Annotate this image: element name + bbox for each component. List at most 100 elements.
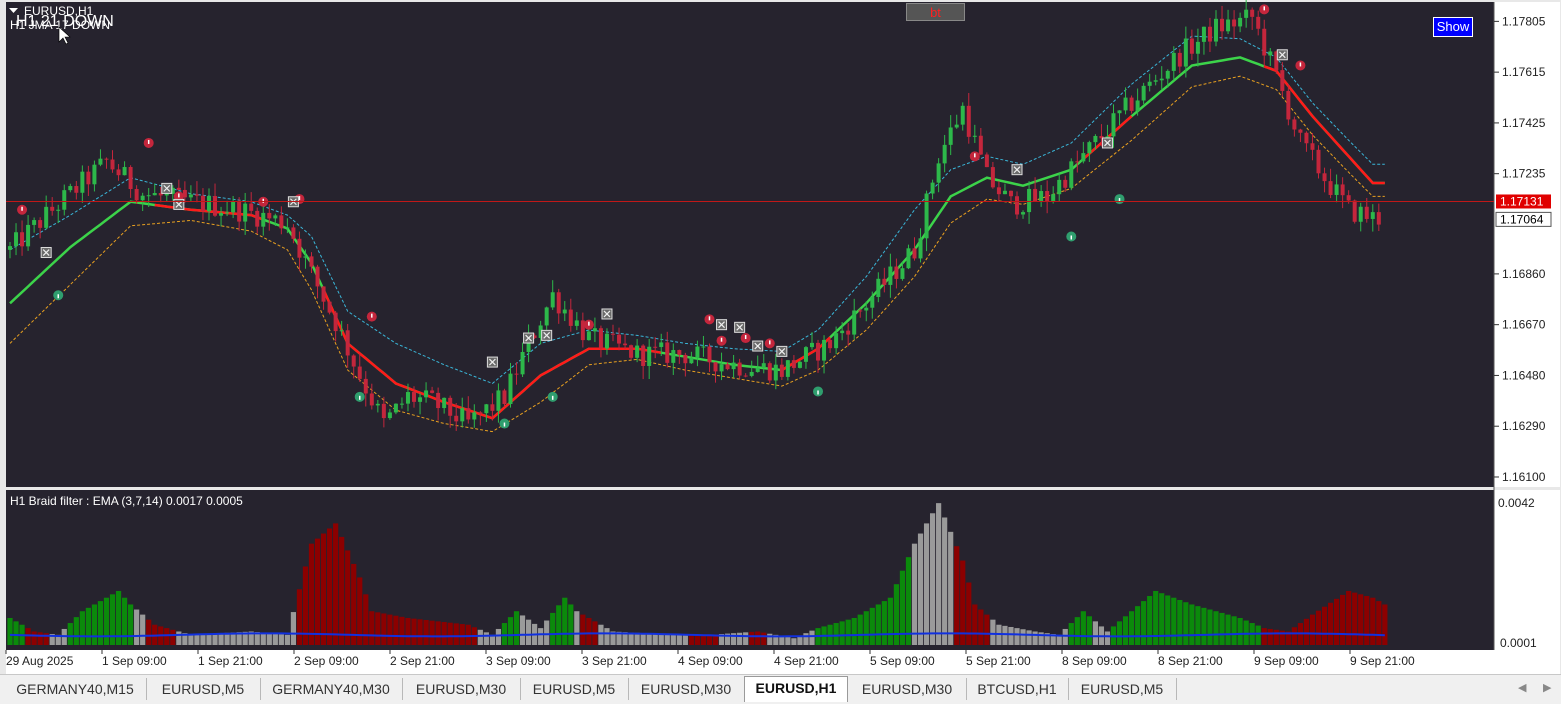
candle-body bbox=[1201, 26, 1206, 42]
candle-body bbox=[1081, 153, 1086, 162]
candle-body bbox=[194, 194, 199, 196]
candle-body bbox=[219, 212, 224, 216]
histogram-bar bbox=[851, 617, 857, 645]
price-tick-label: 1.16100 bbox=[1502, 470, 1546, 484]
candle-body bbox=[134, 189, 139, 201]
histogram-bar bbox=[1370, 597, 1376, 645]
candle-body bbox=[514, 373, 519, 375]
histogram-bar bbox=[640, 633, 646, 645]
candle-body bbox=[665, 342, 670, 363]
tab-germany40-m30[interactable]: GERMANY40,M30 bbox=[260, 678, 403, 700]
candle-body bbox=[598, 328, 603, 349]
tab-eurusd-m5[interactable]: EURUSD,M5 bbox=[146, 678, 261, 700]
histogram-bar bbox=[652, 633, 658, 645]
candle-body bbox=[1051, 194, 1056, 202]
histogram-bar bbox=[97, 601, 104, 645]
candle-body bbox=[653, 346, 658, 348]
candle-body bbox=[249, 203, 254, 211]
tab-eurusd-m30-3[interactable]: EURUSD,M30 bbox=[848, 678, 967, 700]
histogram-bar bbox=[134, 609, 140, 645]
histogram-bar bbox=[73, 617, 79, 645]
candle-body bbox=[870, 296, 875, 308]
bt-button[interactable]: bt bbox=[906, 3, 965, 21]
candle-body bbox=[592, 328, 597, 332]
candle-body bbox=[604, 333, 609, 349]
candle-body bbox=[363, 378, 368, 394]
candle-body bbox=[1195, 41, 1200, 54]
chart-window: 1.17805 1.17615 1.17425 1.17235 1.16860 1.166… bbox=[0, 0, 1561, 674]
histogram-bar bbox=[441, 622, 447, 645]
histogram-bar bbox=[881, 601, 887, 645]
histogram-bar bbox=[345, 550, 351, 645]
histogram-bar bbox=[109, 594, 116, 645]
candle-body bbox=[707, 346, 712, 363]
histogram-bar bbox=[682, 634, 688, 645]
candle-body bbox=[146, 195, 151, 197]
candle-body bbox=[38, 220, 43, 228]
histogram-bar bbox=[308, 543, 315, 645]
histogram-bar bbox=[803, 633, 809, 645]
candle-body bbox=[942, 144, 947, 164]
candle-body bbox=[568, 309, 573, 326]
histogram-bar bbox=[869, 607, 875, 645]
histogram-bar bbox=[905, 557, 912, 645]
histogram-bar bbox=[1165, 595, 1171, 645]
tabs-scroll-right-icon[interactable]: ▶ bbox=[1543, 681, 1551, 694]
histogram-bar bbox=[399, 616, 405, 645]
candle-body bbox=[1159, 78, 1164, 81]
candle-body bbox=[1002, 190, 1007, 195]
tab-eurusd-m30-2[interactable]: EURUSD,M30 bbox=[628, 678, 745, 700]
histogram-bar bbox=[942, 517, 948, 645]
candle-body bbox=[231, 201, 236, 213]
candle-body bbox=[188, 194, 193, 198]
candle-body bbox=[1238, 17, 1243, 27]
show-button[interactable]: Show bbox=[1433, 17, 1473, 37]
candle-body bbox=[1207, 26, 1212, 42]
histogram-bar bbox=[1309, 614, 1316, 645]
histogram-bar bbox=[664, 634, 670, 645]
candle-body bbox=[1370, 212, 1375, 219]
candle-body bbox=[689, 357, 694, 364]
candle-body bbox=[1129, 97, 1134, 111]
tab-eurusd-h1[interactable]: EURUSD,H1 bbox=[744, 676, 848, 702]
histogram-bar bbox=[1128, 611, 1135, 645]
histogram-bar bbox=[25, 628, 31, 645]
histogram-bar bbox=[284, 634, 290, 645]
histogram-bar bbox=[863, 611, 869, 645]
tab-eurusd-m5-3[interactable]: EURUSD,M5 bbox=[1068, 678, 1177, 700]
candle-body bbox=[683, 354, 688, 364]
indicator-area[interactable] bbox=[6, 490, 1494, 650]
candle-body bbox=[68, 186, 73, 191]
candle-body bbox=[32, 220, 37, 225]
candle-body bbox=[1063, 179, 1068, 188]
candle-body bbox=[954, 124, 959, 128]
tab-germany40-m15[interactable]: GERMANY40,M15 bbox=[4, 678, 147, 700]
candle-body bbox=[412, 392, 417, 402]
candle-body bbox=[834, 333, 839, 349]
histogram-bar bbox=[525, 619, 532, 645]
candle-body bbox=[273, 215, 278, 219]
candle-body bbox=[502, 390, 507, 404]
candle-body bbox=[255, 210, 260, 227]
candle-body bbox=[996, 187, 1001, 195]
tab-eurusd-m5-2[interactable]: EURUSD,M5 bbox=[520, 678, 629, 700]
tab-btcusd-h1[interactable]: BTCUSD,H1 bbox=[966, 678, 1069, 700]
candle-body bbox=[611, 333, 615, 335]
candle-body bbox=[1214, 18, 1218, 42]
candle-body bbox=[104, 158, 109, 160]
histogram-bar bbox=[978, 609, 984, 645]
histogram-bar bbox=[1062, 628, 1068, 645]
histogram-bar bbox=[417, 619, 423, 645]
tabs-scroll-left-icon[interactable]: ◀ bbox=[1518, 681, 1526, 694]
tab-eurusd-m30[interactable]: EURUSD,M30 bbox=[402, 678, 521, 700]
histogram-bar bbox=[893, 584, 900, 645]
histogram-bar bbox=[1243, 620, 1249, 645]
price-chart-area[interactable] bbox=[6, 2, 1494, 487]
histogram-bar bbox=[266, 633, 272, 645]
histogram-bar bbox=[646, 633, 652, 645]
histogram-bar bbox=[1358, 594, 1364, 645]
candle-body bbox=[846, 330, 851, 335]
candle-body bbox=[1135, 100, 1140, 111]
histogram-bar bbox=[1177, 599, 1183, 645]
candle-body bbox=[128, 167, 133, 190]
